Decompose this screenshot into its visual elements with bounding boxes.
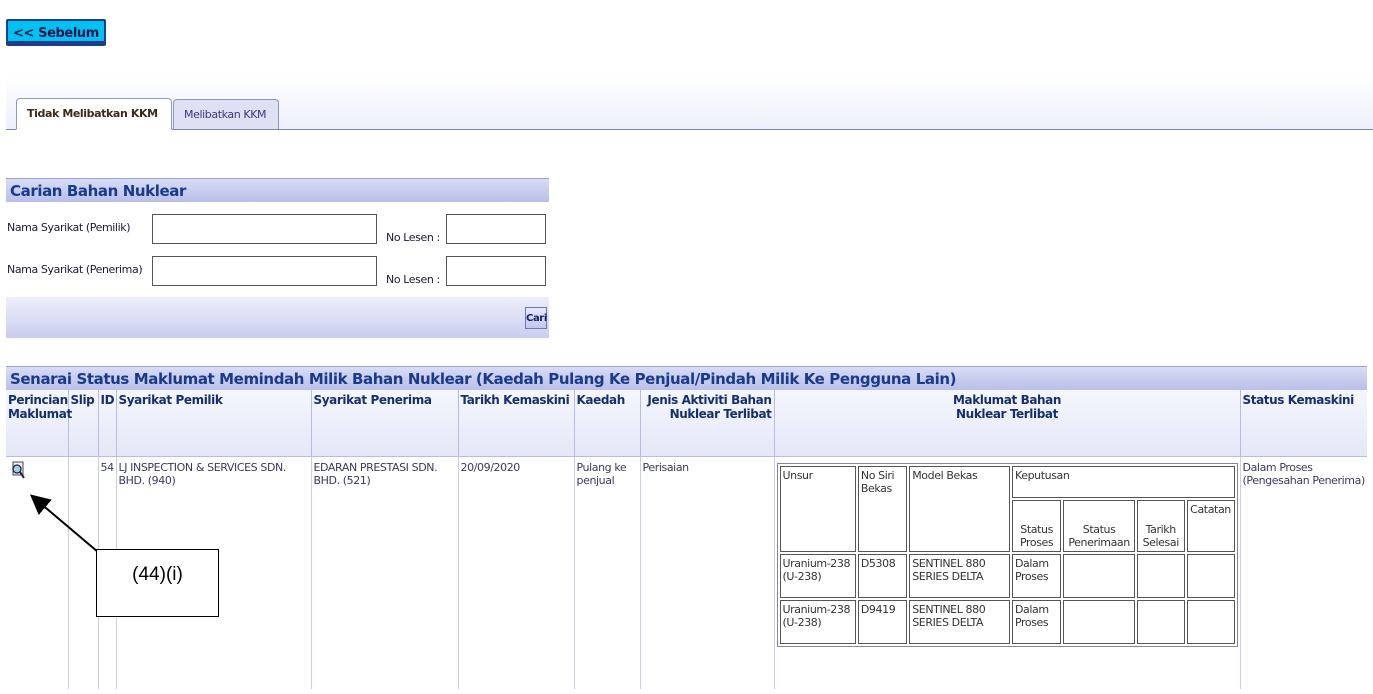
col-material: Maklumat Bahan Nuklear Terlibat	[774, 390, 1241, 457]
mat-finish	[1136, 599, 1185, 644]
mat-receive	[1063, 599, 1135, 644]
mat-col-finish-date: Tarikh Selesai	[1136, 499, 1185, 552]
mat-note	[1186, 553, 1235, 598]
mat-col-element: Unsur	[779, 465, 856, 552]
mat-model: SENTINEL 880 SERIES DELTA	[909, 553, 1010, 598]
detail-cell	[6, 456, 69, 689]
activity-cell: Perisaian	[640, 456, 775, 689]
owner-row: Nama Syarikat (Pemilik) No Lesen :	[6, 214, 549, 254]
search-footer: Cari	[6, 297, 549, 338]
updated-cell: 20/09/2020	[458, 456, 575, 689]
material-header-row: Unsur No Siri Bekas Model Bekas Keputusa…	[779, 465, 1235, 552]
material-table: Unsur No Siri Bekas Model Bekas Keputusa…	[776, 462, 1238, 647]
mat-finish	[1136, 553, 1185, 598]
material-cell: Unsur No Siri Bekas Model Bekas Keputusa…	[774, 456, 1241, 689]
mat-col-serial: No Siri Bekas	[857, 465, 908, 552]
receiver-label: Nama Syarikat (Penerima)	[7, 263, 143, 276]
col-activity: Jenis Aktiviti Bahan Nuklear Terlibat	[640, 390, 775, 457]
mat-col-receive-status: Status Penerimaan	[1063, 499, 1135, 552]
back-button[interactable]: << Sebelum	[6, 19, 106, 46]
col-id: ID	[98, 390, 117, 457]
annotation-label: (44)(i)	[96, 549, 219, 617]
col-detail: Perincian Maklumat	[6, 390, 72, 457]
owner-label: Nama Syarikat (Pemilik)	[7, 221, 131, 234]
mat-serial: D5308	[857, 553, 908, 598]
magnifier-document-icon[interactable]	[10, 461, 26, 485]
mat-serial: D9419	[857, 599, 908, 644]
search-panel: Carian Bahan Nuklear Nama Syarikat (Pemi…	[6, 178, 549, 338]
results-table: Perincian Maklumat Slip ID Syarikat Pemi…	[6, 390, 1367, 689]
owner-input[interactable]	[152, 214, 377, 244]
search-button[interactable]: Cari	[525, 307, 547, 329]
mat-receive	[1063, 553, 1135, 598]
mat-note	[1186, 599, 1235, 644]
mat-col-note: Catatan	[1186, 499, 1235, 552]
results-title: Senarai Status Maklumat Memindah Milik B…	[6, 366, 1367, 390]
mat-element: Uranium-238 (U-238)	[779, 553, 856, 598]
mat-model: SENTINEL 880 SERIES DELTA	[909, 599, 1010, 644]
results-panel: Senarai Status Maklumat Memindah Milik B…	[6, 366, 1367, 689]
receiver-license-label: No Lesen :	[386, 273, 440, 286]
material-row: Uranium-238 (U-238) D5308 SENTINEL 880 S…	[779, 553, 1235, 598]
owner-license-input[interactable]	[446, 214, 546, 244]
col-updated: Tarikh Kemaskini	[458, 390, 575, 457]
material-row: Uranium-238 (U-238) D9419 SENTINEL 880 S…	[779, 599, 1235, 644]
tab-tidak-melibatkan-kkm[interactable]: Tidak Melibatkan KKM	[16, 98, 172, 130]
search-panel-title: Carian Bahan Nuklear	[6, 178, 549, 202]
slip-cell	[68, 456, 99, 689]
status-cell: Dalam Proses (Pengesahan Penerima)	[1242, 460, 1366, 487]
col-receiver: Syarikat Penerima	[311, 390, 459, 457]
receiver-input[interactable]	[152, 256, 377, 286]
col-owner: Syarikat Pemilik	[116, 390, 312, 457]
col-slip: Slip	[68, 390, 99, 457]
results-header-row: Perincian Maklumat Slip ID Syarikat Pemi…	[6, 390, 1367, 457]
mat-col-model: Model Bekas	[909, 465, 1010, 552]
receiver-cell: EDARAN PRESTASI SDN. BHD. (521)	[311, 456, 459, 689]
col-status: Status Kemaskini	[1240, 390, 1367, 457]
tab-bar: Tidak Melibatkan KKM Melibatkan KKM	[6, 76, 1373, 130]
receiver-license-input[interactable]	[446, 256, 546, 286]
tab-melibatkan-kkm[interactable]: Melibatkan KKM	[173, 99, 279, 129]
mat-col-decision: Keputusan	[1011, 465, 1235, 498]
method-cell: Pulang ke penjual	[574, 456, 641, 689]
mat-status: Dalam Proses	[1011, 599, 1062, 644]
mat-status: Dalam Proses	[1011, 553, 1062, 598]
receiver-row: Nama Syarikat (Penerima) No Lesen :	[6, 256, 549, 296]
mat-element: Uranium-238 (U-238)	[779, 599, 856, 644]
mat-col-process-status: Status Proses	[1011, 499, 1062, 552]
col-method: Kaedah	[574, 390, 641, 457]
owner-license-label: No Lesen :	[386, 231, 440, 244]
